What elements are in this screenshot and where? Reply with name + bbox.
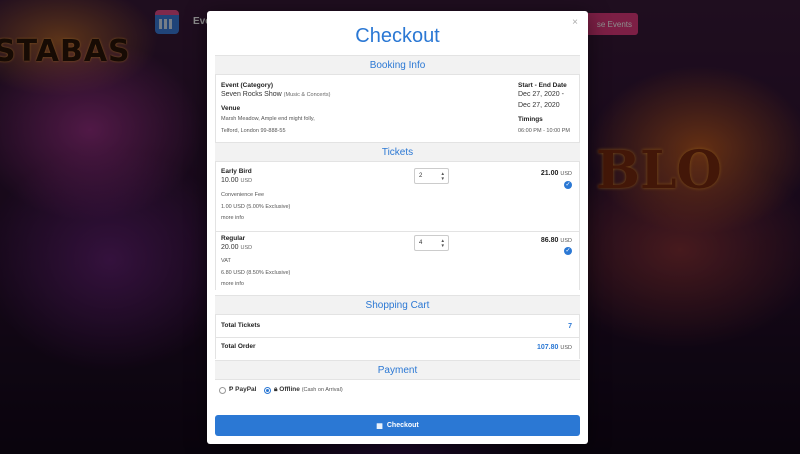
checkout-button[interactable]: ▦ Checkout <box>215 415 580 436</box>
quantity-value: 4 <box>419 240 423 246</box>
ticket-fee-label: VAT <box>221 258 231 264</box>
offline-label: Offline <box>279 386 300 393</box>
ticket-fee-label: Convenience Fee <box>221 192 265 198</box>
offline-radio[interactable] <box>264 387 271 394</box>
modal-title: Checkout <box>355 25 440 47</box>
check-circle-icon: ✓ <box>564 247 572 255</box>
ticket-price-currency: USD <box>240 178 253 184</box>
tickets-icon: ▦ <box>376 422 383 430</box>
ticket-total-value: 86.80 <box>540 237 559 244</box>
ticket-price-value: 10.00 <box>221 177 239 184</box>
quantity-select[interactable]: 2 ▲ ▼ <box>414 168 449 184</box>
total-order-label: Total Order <box>221 343 256 350</box>
date-label: Start - End Date <box>518 82 567 89</box>
total-tickets-value: 7 <box>568 323 572 330</box>
ticket-price-currency: USD <box>240 245 253 251</box>
payment-heading: Payment <box>215 360 580 380</box>
ticket-total: 86.80 USD <box>541 237 572 244</box>
ticket-price-value: 20.00 <box>221 244 239 251</box>
venue-line1: Marsh Meadow, Ample end might folly, <box>221 116 315 122</box>
total-tickets-label: Total Tickets <box>221 322 261 329</box>
ticket-fee-value: 1.00 USD (5.00% Exclusive) <box>221 204 291 210</box>
offline-option[interactable]: 🔒︎ Offline (Cash on Arrival) <box>274 386 343 394</box>
booking-info-heading: Booking Info <box>215 55 580 75</box>
ticket-total: 21.00 USD <box>541 170 572 177</box>
quantity-spinner-icon[interactable]: ▲ ▼ <box>441 238 445 248</box>
timings-label: Timings <box>518 116 543 123</box>
checkout-button-label: Checkout <box>386 422 419 429</box>
event-name: Seven Rocks Show (Music & Concerts) <box>221 91 330 98</box>
checkout-modal: × Checkout Booking Info Event (Category)… <box>207 11 588 444</box>
quantity-value: 2 <box>419 173 423 179</box>
ticket-price: 20.00 USD <box>221 244 252 251</box>
ticket-name: Regular <box>221 235 246 242</box>
paypal-radio[interactable] <box>219 387 226 394</box>
paypal-icon: Ᵽ <box>229 386 234 393</box>
quantity-select[interactable]: 4 ▲ ▼ <box>414 235 449 251</box>
paypal-option[interactable]: Ᵽ PayPal <box>229 386 256 393</box>
timings-value: 06:00 PM - 10:00 PM <box>518 128 570 134</box>
ticket-name: Early Bird <box>221 168 252 175</box>
ticket-total-value: 21.00 <box>540 170 559 177</box>
cart-divider <box>215 337 580 338</box>
event-name-text: Seven Rocks Show <box>221 91 282 98</box>
check-circle-icon: ✓ <box>564 181 572 189</box>
ticket-total-currency: USD <box>560 171 572 177</box>
venue-label: Venue <box>221 105 241 112</box>
event-label: Event (Category) <box>221 82 274 89</box>
offline-note: (Cash on Arrival) <box>301 387 343 393</box>
paypal-label: PayPal <box>235 386 257 393</box>
venue-line2: Telford, London 99-888-55 <box>221 128 286 134</box>
ticket-divider <box>215 231 580 232</box>
start-date: Dec 27, 2020 - <box>518 91 564 98</box>
shopping-cart-heading: Shopping Cart <box>215 295 580 315</box>
event-category: (Music & Concerts) <box>283 92 331 98</box>
total-order: 107.80 USD <box>537 344 572 351</box>
ticket-price: 10.00 USD <box>221 177 252 184</box>
ticket-fee-value: 6.80 USD (8.50% Exclusive) <box>221 270 291 276</box>
lock-icon: 🔒︎ <box>274 386 278 393</box>
quantity-spinner-icon[interactable]: ▲ ▼ <box>441 171 445 181</box>
total-order-currency: USD <box>560 345 572 351</box>
total-order-value: 107.80 <box>537 344 559 351</box>
end-date: Dec 27, 2020 <box>518 102 560 109</box>
more-info-link[interactable]: more info <box>221 281 244 287</box>
more-info-link[interactable]: more info <box>221 215 244 221</box>
ticket-total-currency: USD <box>560 238 572 244</box>
tickets-heading: Tickets <box>215 142 580 162</box>
